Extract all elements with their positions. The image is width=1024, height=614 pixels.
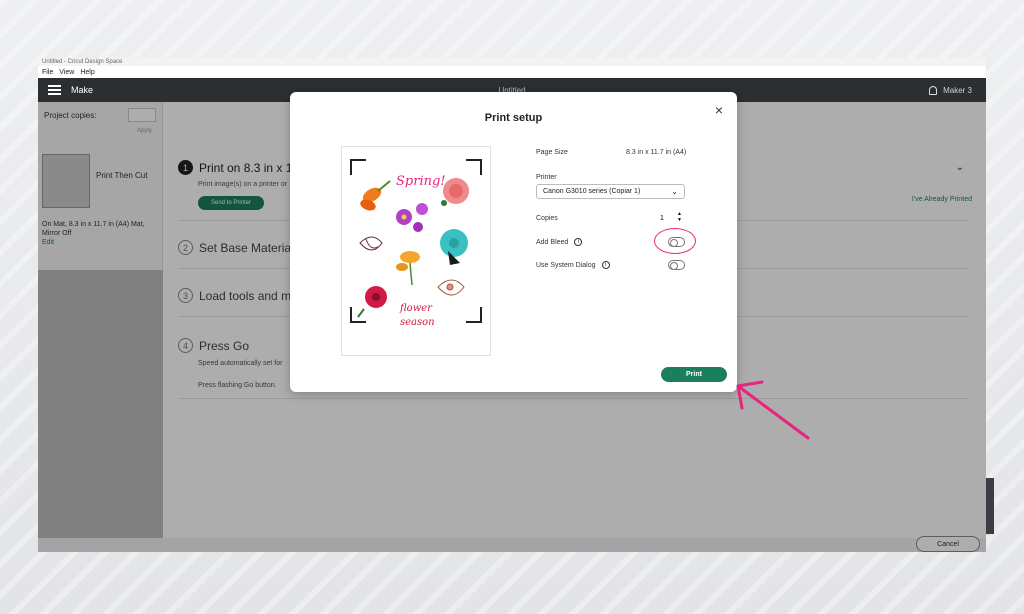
red-flower-graphic [357, 286, 387, 318]
close-icon[interactable]: × [715, 102, 723, 118]
make-label: Make [71, 85, 94, 95]
menu-view[interactable]: View [59, 69, 74, 76]
purple-flower-graphic [396, 203, 428, 232]
menu-bar: File View Help [38, 66, 986, 78]
page-size-label: Page Size [536, 148, 568, 156]
copies-row: Copies 1 ▲ ▼ [536, 211, 726, 225]
flower-text: flower [399, 303, 433, 314]
annotation-arrow-icon [736, 380, 810, 440]
copies-value: 1 [660, 214, 664, 222]
add-bleed-row: Add Bleed i [536, 236, 726, 248]
print-setup-dialog: Print setup × Spring! flower season Page… [290, 92, 737, 392]
add-bleed-label: Add Bleed [536, 238, 569, 246]
topbar-right: Maker 3 [929, 85, 972, 95]
teal-flower-graphic [440, 229, 468, 265]
printer-value: Canon G3010 series (Copiar 1) [543, 188, 641, 195]
copies-stepper[interactable]: 1 ▲ ▼ [656, 211, 684, 225]
chevron-down-icon: ⌄ [671, 187, 678, 196]
menu-file[interactable]: File [42, 69, 53, 76]
orange-flower-graphic [360, 180, 391, 211]
system-dialog-toggle[interactable] [668, 260, 685, 270]
printer-label: Printer [536, 173, 557, 181]
machine-label[interactable]: Maker 3 [943, 86, 972, 95]
dialog-title: Print setup [484, 112, 543, 124]
white-flower-graphic [359, 236, 383, 251]
info-icon[interactable]: i [601, 261, 610, 269]
annotation-highlight-ring [654, 228, 696, 254]
print-preview: Spring! flower season [341, 146, 491, 356]
window-titlebar: Untitled - Cricut Design Space [38, 58, 986, 66]
spring-text: Spring! [396, 174, 446, 189]
page-size-row: Page Size 8.3 in x 11.7 in (A4) [536, 146, 726, 158]
printer-label-row: Printer [536, 172, 726, 182]
stepper-arrows-icon[interactable]: ▲ ▼ [677, 211, 682, 223]
menu-help[interactable]: Help [80, 69, 94, 76]
hamburger-menu-icon[interactable] [48, 85, 61, 95]
copies-label: Copies [536, 214, 558, 222]
yellow-flower-graphic [396, 251, 420, 286]
flower-artwork: Spring! flower season [357, 174, 469, 328]
info-icon[interactable]: i [574, 238, 583, 246]
bell-icon[interactable] [929, 85, 938, 95]
system-dialog-label: Use System Dialog [536, 261, 596, 269]
season-text: season [400, 317, 435, 328]
page-size-value: 8.3 in x 11.7 in (A4) [626, 148, 687, 156]
printer-select[interactable]: Canon G3010 series (Copiar 1) ⌄ [536, 184, 685, 199]
system-dialog-row: Use System Dialog i [536, 259, 726, 271]
right-edge-tab [986, 478, 994, 534]
sketch-flower-graphic [437, 279, 465, 296]
print-button[interactable]: Print [661, 367, 727, 382]
